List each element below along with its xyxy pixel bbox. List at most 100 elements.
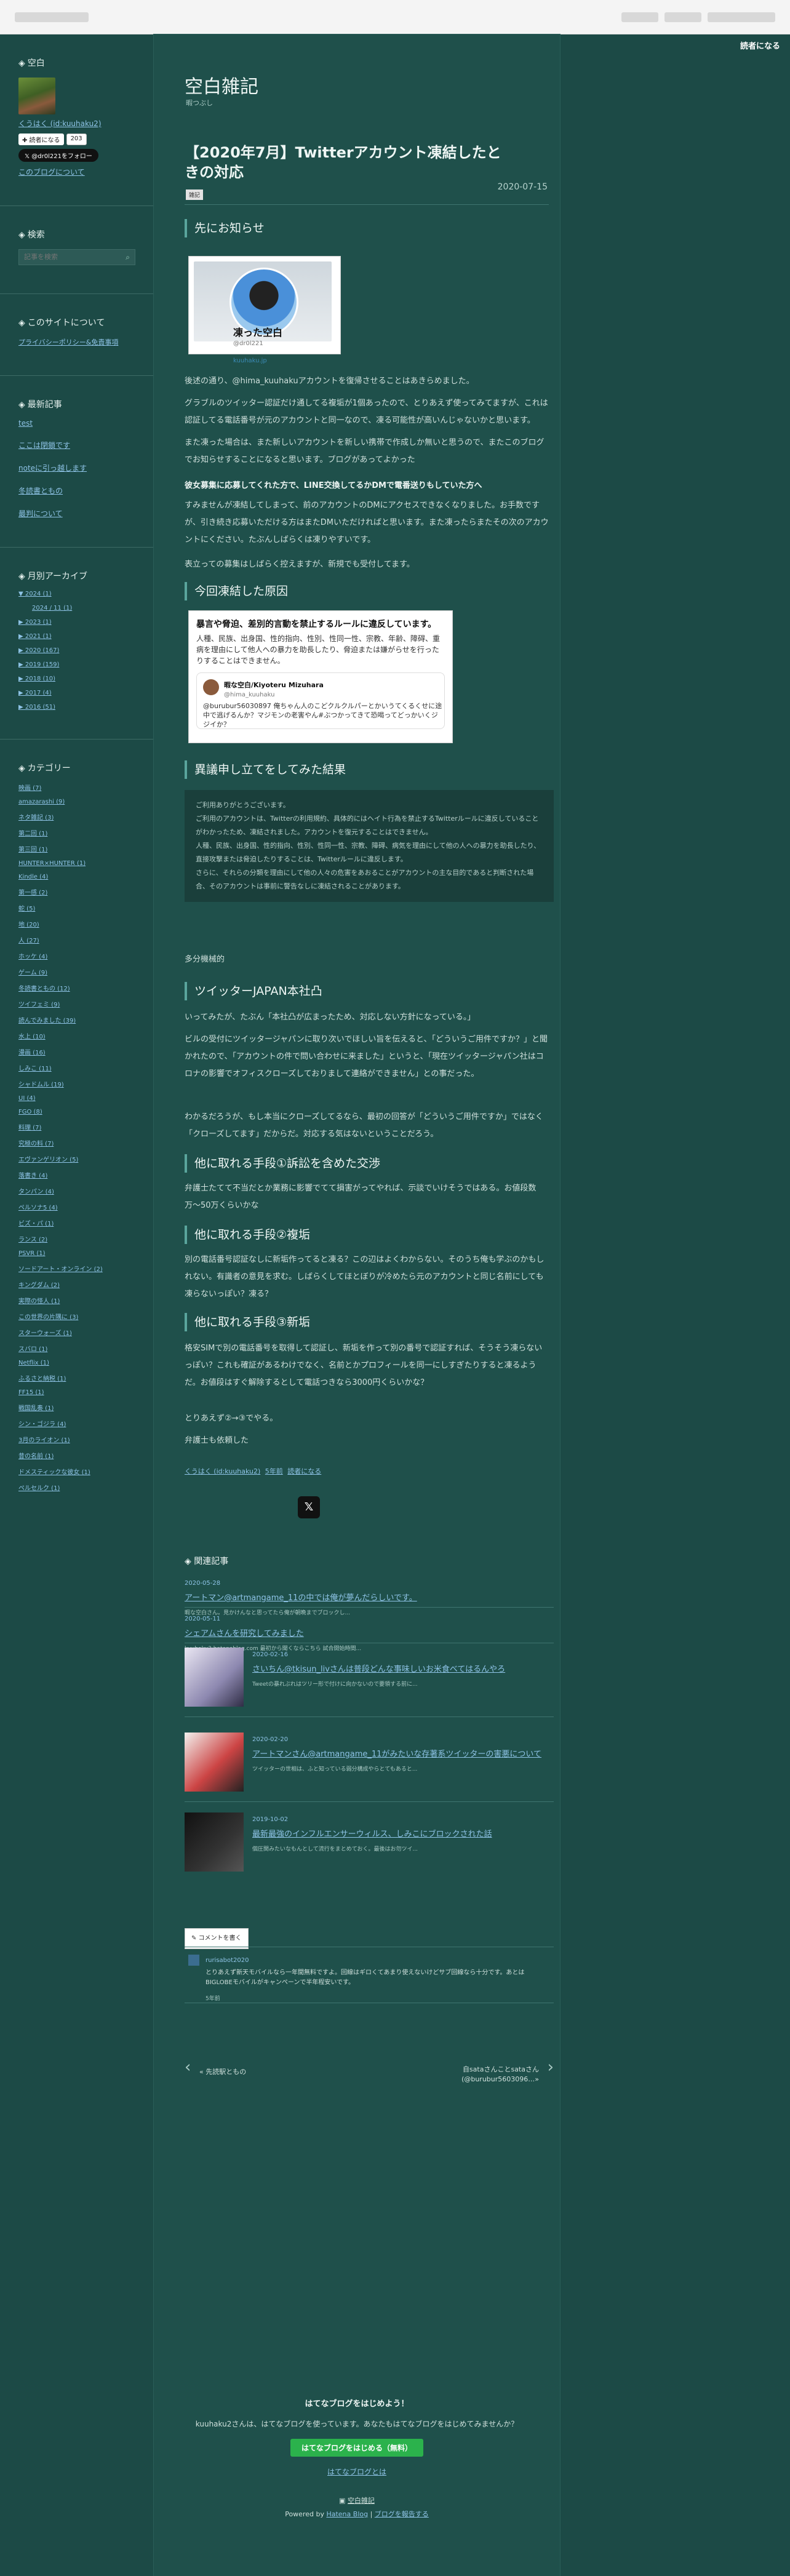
category-link[interactable]: 水上 (10) [18,1031,135,1040]
category-link[interactable]: UI (4) [18,1095,135,1102]
comment-avatar[interactable] [188,1955,199,1966]
category-link[interactable]: ソードアート・オンライン (2) [18,1264,135,1273]
recent-entry-link[interactable]: ここは閉鎖です [18,440,135,450]
x-share-icon[interactable]: 𝕏 [298,1496,320,1518]
category-link[interactable]: HUNTER×HUNTER (1) [18,860,135,867]
related-entry[interactable]: 2020-05-28 アートマン@artmangame_11の中では俺が夢んだら… [185,1576,554,1616]
about-hatena-link[interactable]: はてなブログとは [154,2466,560,2477]
avatar[interactable] [18,78,55,114]
category-link[interactable]: しみこ (11) [18,1063,135,1072]
related-entry-title[interactable]: シェアムさんを研究してみました [185,1627,554,1641]
category-link[interactable]: ホッケ (4) [18,951,135,960]
chevron-right-icon[interactable]: › [548,2059,554,2075]
category-link[interactable]: 冬読書ともの (12) [18,983,135,992]
category-link[interactable]: 落書き (4) [18,1170,135,1179]
category-link[interactable]: 映画 (7) [18,783,135,792]
related-entry-title[interactable]: さいちん@tkisun_livさんは普段どんな事味しいお米食べてはるんやろ [252,1662,554,1677]
embedded-profile-card[interactable]: 凍った空白 @dr0l221 kuuhaku.jp [188,256,341,364]
archive-year-link[interactable]: ▶ 2016 (51) [18,704,135,711]
category-link[interactable]: ランス (2) [18,1234,135,1243]
category-link[interactable]: ビズ・パ (1) [18,1218,135,1227]
category-link[interactable]: 人 (27) [18,935,135,944]
archive-year-link[interactable]: ▶ 2018 (10) [18,676,135,682]
search-icon[interactable]: ⌕ [126,253,130,262]
category-link[interactable]: ツイフェミ (9) [18,999,135,1008]
category-link[interactable]: シャドムル (19) [18,1079,135,1088]
related-entry-title[interactable]: アートマンさん@artmangame_11がみたいな存著系ツイッターの害悪につい… [252,1747,554,1762]
related-entry[interactable]: 2019-10-02 最新最強のインフルエンサーウィルス、しみこにブロックされた… [185,1812,554,1874]
category-link[interactable]: この世界の片隅に (3) [18,1312,135,1321]
category-link[interactable]: キングダム (2) [18,1280,135,1289]
category-link[interactable]: 第一感 (2) [18,887,135,896]
header-link[interactable] [708,12,775,22]
category-link[interactable]: 読んでみました (39) [18,1015,135,1024]
category-link[interactable]: ドメスティックな彼女 (1) [18,1467,135,1476]
category-link[interactable]: ペルセルク (1) [18,1483,135,1492]
category-link[interactable]: 第二回 (1) [18,828,135,837]
archive-year-link[interactable]: ▶ 2017 (4) [18,690,135,696]
category-link[interactable]: スバロ (1) [18,1344,135,1353]
recent-entry-link[interactable]: test [18,419,135,428]
entry-category[interactable]: 雑記 [186,189,204,200]
category-link[interactable]: 漫画 (16) [18,1047,135,1056]
subscribe-button[interactable]: ✚ 読者になる [18,134,64,145]
category-link[interactable]: スターウォーズ (1) [18,1328,135,1337]
embedded-tweet[interactable]: 暇な空白/Kiyoteru Mizuhara @hima_kuuhaku @bu… [196,672,445,729]
category-link[interactable]: ふるさと納税 (1) [18,1373,135,1382]
related-entry-title[interactable]: アートマン@artmangame_11の中では俺が夢んだらしいです。 [185,1591,554,1606]
related-thumbnail[interactable] [185,1812,244,1872]
related-entry[interactable]: 2020-05-11 シェアムさんを研究してみました kuuhaku2.hate… [185,1612,554,1652]
category-link[interactable]: ゲーム (9) [18,967,135,976]
permalink[interactable]: 5年前 [265,1467,283,1475]
category-link[interactable]: PSVR (1) [18,1250,135,1257]
category-link[interactable]: 地 (20) [18,919,135,928]
about-blog-link[interactable]: このブログについて [18,167,135,177]
category-link[interactable]: 料理 (7) [18,1122,135,1131]
category-link[interactable]: ペルソナ5 (4) [18,1202,135,1211]
category-link[interactable]: 究極の料 (7) [18,1138,135,1147]
hatena-blog-link[interactable]: Hatena Blog [326,2510,368,2518]
category-link[interactable]: 蛇 (5) [18,903,135,912]
category-link[interactable]: 昔の名前 (1) [18,1451,135,1460]
archive-year-link[interactable]: ▶ 2019 (159) [18,661,135,668]
comment-user[interactable]: rurisabot2020 [205,1953,548,1968]
entry-title[interactable]: 【2020年7月】Twitterアカウント凍結したときの対応 [185,143,505,182]
related-entry-title[interactable]: 最新最強のインフルエンサーウィルス、しみこにブロックされた話 [252,1827,554,1842]
category-link[interactable]: Netflix (1) [18,1360,135,1366]
card-profile-link[interactable]: kuuhaku.jp [233,354,267,369]
related-entry[interactable]: 2020-02-16 さいちん@tkisun_livさんは普段どんな事味しいお米… [185,1648,554,1709]
author-link[interactable]: くうはく (id:kuuhaku2) [185,1467,260,1475]
hatena-logo[interactable] [15,12,89,22]
header-link[interactable] [664,12,701,22]
footer-blog-link[interactable]: 空白雑記 [348,2497,375,2505]
category-link[interactable]: 戦国乱奏 (1) [18,1403,135,1412]
category-link[interactable]: シン・ゴジラ (4) [18,1419,135,1428]
write-comment-button[interactable]: ✎ コメントを書く [185,1928,249,1949]
recent-entry-link[interactable]: 冬読書ともの [18,485,135,496]
archive-year-link[interactable]: ▶ 2021 (1) [18,633,135,640]
related-thumbnail[interactable] [185,1648,244,1707]
blog-title[interactable]: 空白雑記 [185,71,258,98]
archive-year-link[interactable]: ▶ 2023 (1) [18,619,135,626]
category-link[interactable]: 第三回 (1) [18,844,135,853]
reader-button[interactable]: 読者になる [740,39,780,51]
category-link[interactable]: FF15 (1) [18,1389,135,1396]
recent-entry-link[interactable]: 最判について [18,508,135,519]
start-blog-button[interactable]: はてなブログをはじめる（無料） [290,2439,423,2457]
comment-time[interactable]: 5年前 [205,1992,548,2006]
archive-year-link[interactable]: ▶ 2020 (167) [18,647,135,654]
related-entry[interactable]: 2020-02-20 アートマンさん@artmangame_11がみたいな存著系… [185,1733,554,1794]
category-link[interactable]: 3月のライオン (1) [18,1435,135,1444]
byline-reader-button[interactable]: 読者になる [287,1467,321,1475]
profile-name-link[interactable]: くうはく (id:kuuhaku2) [18,118,135,129]
category-link[interactable]: FGO (8) [18,1109,135,1115]
x-follow-button[interactable]: 𝕏 @dr0l221をフォロー [18,149,98,162]
category-link[interactable]: タンパン (4) [18,1186,135,1195]
related-thumbnail[interactable] [185,1733,244,1792]
category-link[interactable]: 実際の怪人 (1) [18,1296,135,1305]
report-blog-link[interactable]: ブログを報告する [375,2510,429,2518]
entry-date[interactable]: 2020-07-15 [498,182,548,192]
next-entry-link[interactable]: 自sataさんことsataさん (@burubur5603096…» [461,2065,539,2084]
chevron-left-icon[interactable]: ‹ [185,2059,191,2075]
search-input[interactable] [24,253,126,261]
